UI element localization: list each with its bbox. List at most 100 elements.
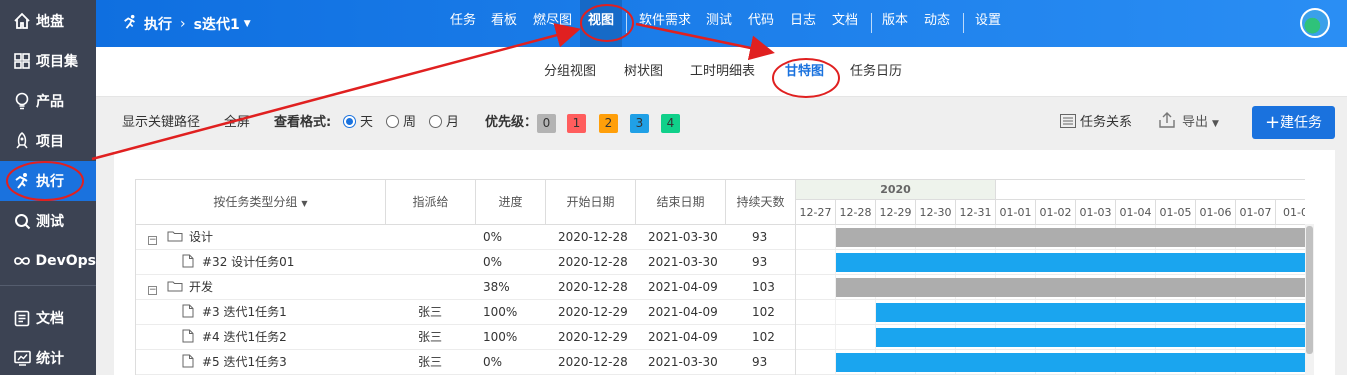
priority-badge[interactable]: 2 [599,114,618,133]
cell-progress: 100% [483,305,518,319]
gantt-group-bar[interactable] [836,228,1305,247]
format-radio-week[interactable]: 周 [386,97,416,149]
task-row[interactable]: #4 迭代1任务2 张三 100% 2020-12-29 2021-04-09 102 [136,325,796,350]
home-icon [12,11,32,31]
priority-badge[interactable]: 0 [537,114,556,133]
format-label: 月 [446,115,460,130]
sidebar-item-label: 产品 [36,94,64,110]
caret-down-icon: ▼ [1212,119,1219,129]
sidebar-item-doc[interactable]: 文档 [0,298,96,338]
sidebar-item-dashboard[interactable]: 地盘 [0,1,96,41]
fullscreen-button[interactable]: 全屏 [224,97,250,149]
timeline-day: 01-06 [1196,200,1236,225]
cell-start-date: 2020-12-29 [558,305,628,319]
priority-badge[interactable]: 3 [630,114,649,133]
cell-duration: 93 [752,355,768,369]
group-name: 开发 [189,280,214,294]
gantt-task-bar[interactable] [876,328,1305,347]
sidebar-item-test[interactable]: 测试 [0,201,96,241]
collapse-icon[interactable]: − [148,286,157,295]
row-name-cell: #5 迭代1任务3 [182,350,287,375]
group-row[interactable]: − 设计 0% 2020-12-28 2021-03-30 93 [136,225,796,250]
folder-icon [167,281,183,292]
gantt-task-bar[interactable] [836,253,1305,272]
task-name[interactable]: #5 迭代1任务3 [202,355,287,369]
sidebar-item-execution[interactable]: 执行 [0,161,96,201]
subnav-group-view[interactable]: 分组视图 [544,47,596,97]
timeline-day: 12-28 [836,200,876,225]
export-button[interactable]: 导出 ▼ [1158,97,1219,150]
priority-badge[interactable]: 4 [661,114,680,133]
view-subnav: 分组视图 树状图 工时明细表 甘特图 任务日历 [96,47,1347,97]
timeline-row-line [796,349,1305,350]
nav-build[interactable]: 版本 [882,0,908,47]
top-bar: 执行 › s迭代1 ▼ 任务 看板 燃尽图 视图 软件需求 测试 代码 日志 文… [96,0,1347,47]
column-header-duration: 持续天数 [726,180,796,225]
nav-settings[interactable]: 设置 [975,0,1001,47]
column-header-group[interactable]: 按任务类型分组 ▼ [136,180,386,225]
timeline-day: 12-27 [796,200,836,225]
task-row[interactable]: #5 迭代1任务3 张三 0% 2020-12-28 2021-03-30 93 [136,350,796,375]
sidebar-item-project[interactable]: 项目 [0,121,96,161]
row-name-cell: − 开发 [148,275,213,300]
task-name[interactable]: #32 设计任务01 [202,255,294,269]
subnav-tree-view[interactable]: 树状图 [624,47,663,97]
cell-start-date: 2020-12-29 [558,330,628,344]
timeline-day: 01-0 [1276,200,1305,225]
gantt-scrollbar[interactable] [1305,224,1314,375]
subnav-gantt[interactable]: 甘特图 [785,47,824,97]
nav-kanban[interactable]: 看板 [491,0,517,47]
nav-doc[interactable]: 文档 [832,0,858,47]
new-task-button[interactable]: +建任务 [1252,106,1335,139]
subnav-calendar[interactable]: 任务日历 [850,47,902,97]
file-icon [182,254,194,268]
nav-code[interactable]: 代码 [748,0,774,47]
breadcrumb-module[interactable]: 执行 [144,14,172,34]
plus-icon: + [1264,112,1281,133]
collapse-icon[interactable]: − [148,236,157,245]
nav-burndown[interactable]: 燃尽图 [533,0,572,47]
task-row[interactable]: #3 迭代1任务1 张三 100% 2020-12-29 2021-04-09 102 [136,300,796,325]
timeline-day: 01-01 [996,200,1036,225]
sidebar-item-product[interactable]: 产品 [0,81,96,121]
cell-assignee: 张三 [418,305,443,319]
lightbulb-icon [12,91,32,111]
sidebar-item-stats[interactable]: 统计 [0,338,96,375]
format-radio-month[interactable]: 月 [429,97,459,149]
timeline-year: 2020 [796,180,996,200]
task-name[interactable]: #3 迭代1任务1 [202,305,287,319]
avatar[interactable] [1300,8,1330,38]
group-row[interactable]: − 开发 38% 2020-12-28 2021-04-09 103 [136,275,796,300]
task-name[interactable]: #4 迭代1任务2 [202,330,287,344]
nav-task[interactable]: 任务 [450,0,476,47]
chevron-right-icon: › [180,15,186,32]
cell-progress: 0% [483,230,503,244]
task-relation-button[interactable]: 任务关系 [1060,97,1132,149]
export-label: 导出 [1182,115,1209,130]
cell-start-date: 2020-12-28 [558,280,628,294]
execution-switcher[interactable]: s迭代1 [194,14,240,34]
priority-badge[interactable]: 1 [567,114,586,133]
gantt-task-bar[interactable] [876,303,1305,322]
task-row[interactable]: #32 设计任务01 0% 2020-12-28 2021-03-30 93 [136,250,796,275]
critical-path-toggle[interactable]: 显示关键路径 [122,97,200,149]
gantt-group-bar[interactable] [836,278,1305,297]
run-icon [122,14,138,34]
subnav-effort-table[interactable]: 工时明细表 [690,47,755,97]
scrollbar-thumb[interactable] [1306,226,1313,354]
nav-dynamic[interactable]: 动态 [924,0,950,47]
sidebar-item-devops[interactable]: DevOps [0,241,96,281]
timeline-day: 12-29 [876,200,916,225]
nav-story[interactable]: 软件需求 [639,0,691,47]
sidebar-item-label: DevOps [35,253,97,269]
sidebar-divider [0,285,96,286]
gantt-task-bar[interactable] [836,353,1305,372]
nav-log[interactable]: 日志 [790,0,816,47]
sidebar-item-program[interactable]: 项目集 [0,41,96,81]
nav-test[interactable]: 测试 [706,0,732,47]
chart-icon [12,348,32,368]
nav-view[interactable]: 视图 [580,0,623,47]
caret-down-icon[interactable]: ▼ [244,19,251,29]
format-radio-day[interactable]: 天 [343,97,373,149]
new-task-label: 建任务 [1280,115,1323,131]
